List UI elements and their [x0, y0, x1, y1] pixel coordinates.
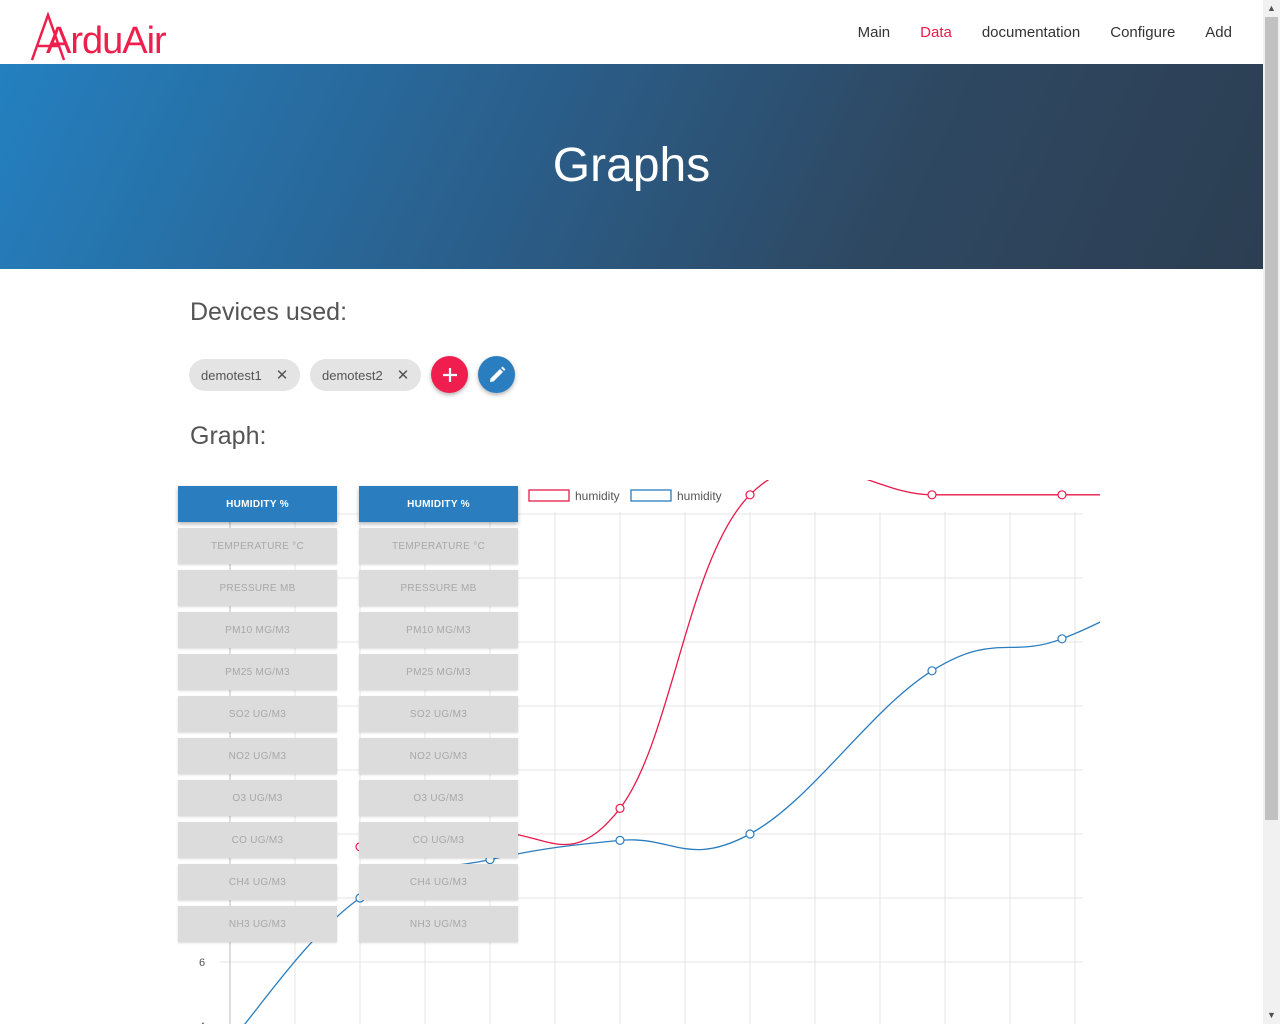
- data-point: [1057, 634, 1067, 644]
- nav-data[interactable]: Data: [920, 24, 952, 41]
- devices-heading: Devices used:: [190, 298, 348, 326]
- remove-chip-close-icon[interactable]: ✕: [397, 366, 410, 384]
- pencil-icon: [489, 366, 505, 382]
- scroll-up-arrow-icon[interactable]: ▲: [1263, 0, 1280, 17]
- nav-main[interactable]: Main: [858, 24, 891, 41]
- measure-option[interactable]: PRESSURE MB: [359, 570, 518, 606]
- measure-option[interactable]: TEMPERATURE °C: [178, 528, 337, 564]
- y-tick-label: 6: [199, 957, 205, 969]
- measure-option[interactable]: NH3 UG/M3: [359, 906, 518, 942]
- measure-option[interactable]: NH3 UG/M3: [178, 906, 337, 942]
- measure-option[interactable]: PM25 MG/M3: [359, 654, 518, 690]
- data-point: [745, 490, 755, 500]
- measure-option[interactable]: HUMIDITY %: [359, 486, 518, 522]
- main-nav: Main Data documentation Configure Add: [828, 0, 1232, 64]
- logo[interactable]: ArduAir: [14, 6, 192, 62]
- add-device-button[interactable]: [431, 356, 468, 393]
- device-chip: demotest2 ✕: [310, 359, 421, 391]
- measure-option[interactable]: CO UG/M3: [359, 822, 518, 858]
- scroll-down-arrow-icon[interactable]: ▼: [1263, 1007, 1280, 1024]
- data-point: [615, 835, 625, 845]
- measure-option[interactable]: SO2 UG/M3: [178, 696, 337, 732]
- plus-icon: [442, 367, 457, 382]
- top-navbar: ArduAir Main Data documentation Configur…: [0, 0, 1263, 64]
- remove-chip-close-icon[interactable]: ✕: [276, 366, 289, 384]
- graph-heading: Graph:: [190, 422, 267, 450]
- scrollbar-thumb[interactable]: [1265, 17, 1278, 820]
- data-point: [745, 829, 755, 839]
- data-point: [615, 803, 625, 813]
- measure-option[interactable]: HUMIDITY %: [178, 486, 337, 522]
- nav-add[interactable]: Add: [1205, 24, 1232, 41]
- measure-option[interactable]: CH4 UG/M3: [359, 864, 518, 900]
- nav-documentation[interactable]: documentation: [982, 24, 1080, 41]
- measure-option[interactable]: PM10 MG/M3: [178, 612, 337, 648]
- legend-swatch: [630, 489, 672, 502]
- measure-option[interactable]: NO2 UG/M3: [359, 738, 518, 774]
- data-point: [927, 490, 937, 500]
- device-chip: demotest1 ✕: [189, 359, 300, 391]
- device-chip-label: demotest2: [322, 367, 383, 383]
- measure-option[interactable]: O3 UG/M3: [178, 780, 337, 816]
- legend-label: humidity: [677, 489, 722, 503]
- left-axis-selector: HUMIDITY % TEMPERATURE °C PRESSURE MB PM10 …: [178, 486, 337, 948]
- legend-swatch: [528, 489, 570, 502]
- measure-option[interactable]: CH4 UG/M3: [178, 864, 337, 900]
- logo-text: ArduAir: [46, 20, 167, 62]
- legend-label: humidity: [575, 489, 620, 503]
- measure-option[interactable]: PM25 MG/M3: [178, 654, 337, 690]
- right-axis-selector: HUMIDITY % TEMPERATURE °C PRESSURE MB PM10 …: [359, 486, 518, 948]
- nav-configure[interactable]: Configure: [1110, 24, 1175, 41]
- device-chip-label: demotest1: [201, 367, 262, 383]
- measure-option[interactable]: CO UG/M3: [178, 822, 337, 858]
- edit-devices-button[interactable]: [478, 356, 515, 393]
- measure-option[interactable]: O3 UG/M3: [359, 780, 518, 816]
- data-point: [927, 666, 937, 676]
- measure-option[interactable]: TEMPERATURE °C: [359, 528, 518, 564]
- measure-option[interactable]: SO2 UG/M3: [359, 696, 518, 732]
- data-point: [1057, 490, 1067, 500]
- measure-option[interactable]: PM10 MG/M3: [359, 612, 518, 648]
- page-title: Graphs: [552, 139, 711, 192]
- measure-option[interactable]: PRESSURE MB: [178, 570, 337, 606]
- measure-option[interactable]: NO2 UG/M3: [178, 738, 337, 774]
